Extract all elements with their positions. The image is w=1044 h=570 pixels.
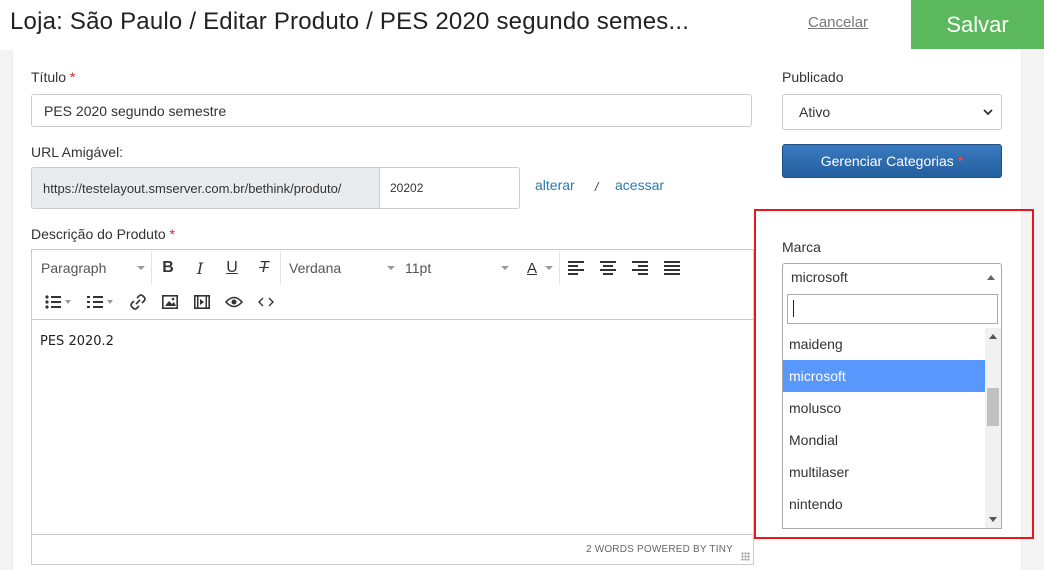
chevron-down-icon <box>137 266 145 270</box>
clear-formatting-button[interactable]: T <box>248 254 280 282</box>
underline-icon: U <box>226 259 238 276</box>
description-label: Descrição do Produto * <box>31 226 175 242</box>
title-label-text: Título <box>31 69 67 85</box>
brand-select[interactable]: microsoft <box>782 263 1002 291</box>
numbered-list-icon <box>86 296 113 308</box>
bold-icon: B <box>162 259 174 276</box>
required-marker: * <box>69 69 76 85</box>
align-justify-button[interactable] <box>656 254 688 282</box>
required-marker: * <box>169 226 175 242</box>
brand-option[interactable]: Mondial <box>783 424 985 456</box>
description-label-text: Descrição do Produto <box>31 226 166 242</box>
scroll-down-icon[interactable] <box>989 517 997 522</box>
resize-handle-icon[interactable] <box>741 552 750 561</box>
required-marker: * <box>957 153 964 169</box>
brand-label: Marca <box>782 239 821 255</box>
manage-categories-button[interactable]: Gerenciar Categorias * <box>782 144 1002 178</box>
block-format-dropdown[interactable]: Paragraph <box>32 254 151 282</box>
bold-button[interactable]: B <box>152 254 184 282</box>
acessar-link[interactable]: acessar <box>615 177 664 193</box>
chevron-down-icon <box>545 266 553 270</box>
brand-search-input[interactable] <box>787 294 998 324</box>
align-center-icon <box>600 261 616 275</box>
published-value: Ativo <box>799 104 831 120</box>
editor-statusbar: 2 WORDS POWERED BY TINY <box>32 534 753 564</box>
bullet-list-button[interactable] <box>32 288 77 316</box>
font-size-dropdown[interactable]: 11pt <box>401 254 515 282</box>
font-size-value: 11pt <box>405 260 432 276</box>
scroll-up-icon[interactable] <box>989 334 997 339</box>
scrollbar-thumb[interactable] <box>987 388 999 426</box>
brand-option[interactable]: multilaser <box>783 456 985 488</box>
rich-text-editor: Paragraph B I U T Verdana 11pt A PES 202… <box>31 249 754 565</box>
url-prefix: https://testelayout.smserver.com.br/beth… <box>32 168 380 208</box>
block-format-value: Paragraph <box>41 260 107 276</box>
url-field-group: https://testelayout.smserver.com.br/beth… <box>31 167 520 209</box>
font-family-dropdown[interactable]: Verdana <box>281 254 401 282</box>
link-separator: / <box>595 180 599 194</box>
film-icon <box>194 295 210 309</box>
page-background-left <box>0 50 12 570</box>
insert-media-button[interactable] <box>186 288 218 316</box>
brand-selected-value: microsoft <box>791 269 848 285</box>
editor-content-area[interactable]: PES 2020.2 <box>32 319 753 535</box>
italic-button[interactable]: I <box>184 254 216 282</box>
chevron-down-icon <box>983 109 993 116</box>
clear-formatting-icon: T <box>259 259 269 276</box>
text-color-icon: A <box>527 259 538 277</box>
url-label: URL Amigável: <box>31 144 124 160</box>
image-icon <box>162 295 178 309</box>
manage-categories-label: Gerenciar Categorias <box>820 153 954 169</box>
align-left-icon <box>568 261 584 275</box>
brand-option[interactable]: molusco <box>783 392 985 424</box>
chevron-up-icon <box>987 275 995 280</box>
url-slug-input[interactable]: 20202 <box>380 168 519 208</box>
align-left-button[interactable] <box>560 254 592 282</box>
brand-option[interactable]: microsoft <box>783 360 985 392</box>
published-label: Publicado <box>782 69 844 85</box>
title-label: Título * <box>31 69 75 85</box>
chevron-down-icon <box>387 266 395 270</box>
bullet-list-icon <box>44 295 71 309</box>
align-justify-icon <box>664 261 680 275</box>
code-icon <box>258 297 274 307</box>
link-icon <box>130 294 146 310</box>
page-title: Loja: São Paulo / Editar Produto / PES 2… <box>10 8 690 35</box>
text-color-button[interactable]: A <box>515 254 559 282</box>
save-button[interactable]: Salvar <box>911 0 1044 49</box>
insert-image-button[interactable] <box>154 288 186 316</box>
source-code-button[interactable] <box>250 288 282 316</box>
underline-button[interactable]: U <box>216 254 248 282</box>
chevron-down-icon <box>501 266 509 270</box>
eye-icon <box>225 296 243 308</box>
preview-button[interactable] <box>218 288 250 316</box>
insert-link-button[interactable] <box>122 288 154 316</box>
top-bar: Loja: São Paulo / Editar Produto / PES 2… <box>0 0 1044 50</box>
italic-icon: I <box>196 258 204 278</box>
editor-toolbar-row-1: Paragraph B I U T Verdana 11pt A <box>32 251 753 285</box>
brand-option[interactable]: maideng <box>783 328 985 360</box>
title-input[interactable]: PES 2020 segundo semestre <box>31 94 752 127</box>
numbered-list-button[interactable] <box>77 288 122 316</box>
alterar-link[interactable]: alterar <box>535 177 575 193</box>
brand-dropdown: maideng microsoft molusco Mondial multil… <box>782 290 1002 529</box>
cancel-link[interactable]: Cancelar <box>808 14 868 31</box>
align-right-icon <box>632 261 648 275</box>
brand-options-list: maideng microsoft molusco Mondial multil… <box>783 328 985 528</box>
align-center-button[interactable] <box>592 254 624 282</box>
editor-toolbar-row-2 <box>32 285 753 319</box>
align-right-button[interactable] <box>624 254 656 282</box>
brand-option[interactable]: nintendo <box>783 488 985 520</box>
dropdown-scrollbar[interactable] <box>985 328 1001 528</box>
font-family-value: Verdana <box>289 260 342 276</box>
text-cursor <box>793 300 794 317</box>
published-select[interactable]: Ativo <box>782 94 1002 130</box>
